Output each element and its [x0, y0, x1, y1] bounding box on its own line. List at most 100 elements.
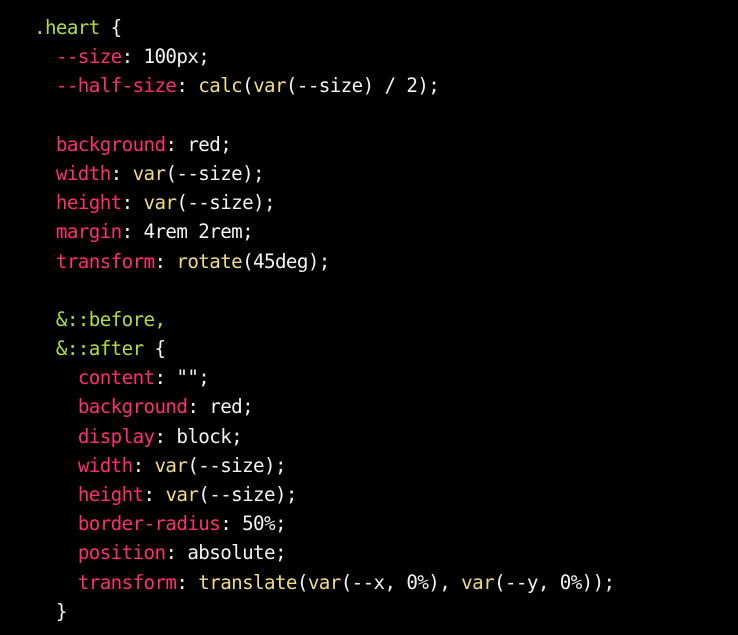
punctuation-token: :: [154, 424, 177, 448]
property-token: --half-size: [55, 74, 177, 98]
value-token: red;: [187, 132, 232, 156]
code-line: transform: translate(var(--x, 0%), var(-…: [34, 568, 738, 597]
code-line: border-radius: 50%;: [34, 509, 738, 538]
code-line: display: block;: [34, 422, 738, 451]
property-token: transform: [55, 249, 155, 273]
value-token: [34, 454, 78, 477]
code-line: content: "";: [34, 363, 738, 392]
code-line: width: var(--size);: [34, 159, 738, 188]
property-token: background: [55, 132, 166, 156]
value-token: red;: [209, 395, 254, 419]
property-token: border-radius: [77, 512, 221, 536]
code-editor[interactable]: .heart { --size: 100px; --half-size: cal…: [0, 0, 738, 635]
code-line: --size: 100px;: [34, 42, 738, 71]
value-token: [34, 74, 56, 97]
punctuation-token: (--x, 0%),: [340, 570, 462, 594]
punctuation-token: (--size);: [176, 191, 275, 215]
property-token: background: [77, 395, 188, 419]
selector-token: .heart: [34, 16, 100, 39]
value-token: [34, 541, 78, 564]
property-token: height: [55, 191, 122, 215]
value-token: [34, 133, 56, 156]
function-token: var: [143, 191, 177, 215]
property-token: display: [77, 424, 155, 448]
value-token: [34, 512, 78, 535]
code-line: background: red;: [34, 130, 738, 159]
punctuation-token: :: [132, 453, 155, 477]
value-token: [34, 395, 78, 418]
code-line: .heart {: [34, 13, 738, 42]
value-token: 50%;: [242, 512, 286, 536]
value-token: 4rem 2rem;: [143, 220, 254, 244]
punctuation-token: (: [296, 570, 309, 594]
punctuation-token: (: [242, 74, 254, 98]
code-line: --half-size: calc(var(--size) / 2);: [34, 71, 738, 100]
selector-token: &::before,: [55, 307, 166, 331]
code-line: &::after {: [34, 334, 738, 363]
value-token: [34, 483, 78, 506]
value-token: block;: [176, 424, 243, 448]
function-token: var: [461, 570, 495, 594]
value-token: [34, 425, 78, 448]
function-token: calc: [198, 74, 243, 98]
property-token: margin: [55, 220, 122, 244]
property-token: --size: [55, 45, 122, 69]
function-token: var: [165, 483, 199, 506]
punctuation-token: :: [187, 395, 210, 419]
value-token: [34, 600, 56, 623]
code-block: .heart { --size: 100px; --half-size: cal…: [34, 13, 738, 626]
code-line: height: var(--size);: [34, 480, 738, 509]
punctuation-token: :: [176, 74, 199, 98]
punctuation-token: :: [121, 45, 144, 69]
value-token: [34, 571, 78, 594]
function-token: var: [253, 74, 286, 98]
property-token: position: [77, 541, 166, 565]
punctuation-token: (--y, 0%));: [494, 570, 615, 594]
punctuation-token: :: [110, 161, 133, 185]
value-token: 100px;: [143, 45, 210, 69]
code-line: width: var(--size);: [34, 451, 738, 480]
punctuation-token: :: [165, 132, 188, 156]
punctuation-token: (--size);: [198, 483, 297, 506]
value-token: [34, 45, 56, 68]
code-line: height: var(--size);: [34, 188, 738, 217]
code-line: margin: 4rem 2rem;: [34, 217, 738, 246]
function-token: var: [307, 570, 341, 594]
code-line: transform: rotate(45deg);: [34, 247, 738, 276]
punctuation-token: :: [143, 483, 166, 506]
value-token: [34, 191, 56, 214]
property-token: transform: [77, 570, 177, 594]
punctuation-token: (--size) / 2);: [285, 74, 440, 98]
function-token: rotate: [176, 249, 243, 273]
value-token: [34, 220, 56, 243]
code-line: position: absolute;: [34, 538, 738, 567]
punctuation-token: :: [154, 249, 177, 273]
punctuation-token: :: [154, 366, 177, 390]
value-token: [34, 337, 56, 360]
value-token: [34, 366, 78, 389]
punctuation-token: (45deg);: [242, 249, 330, 273]
punctuation-token: :: [121, 220, 144, 244]
value-token: absolute;: [187, 541, 286, 565]
property-token: content: [77, 366, 155, 390]
punctuation-token: {: [143, 337, 166, 361]
punctuation-token: }: [55, 599, 68, 623]
punctuation-token: (--size);: [165, 161, 265, 185]
function-token: var: [132, 161, 166, 185]
code-line: background: red;: [34, 392, 738, 421]
property-token: width: [77, 453, 133, 477]
value-token: "";: [176, 366, 210, 390]
property-token: height: [77, 483, 144, 506]
value-token: [34, 308, 56, 331]
code-line: }: [34, 597, 738, 626]
property-token: width: [55, 161, 111, 185]
function-token: translate: [198, 570, 297, 594]
punctuation-token: {: [99, 16, 123, 39]
punctuation-token: :: [220, 512, 243, 536]
value-token: [34, 250, 56, 273]
punctuation-token: :: [176, 570, 199, 594]
punctuation-token: (--size);: [187, 453, 286, 477]
value-token: [34, 162, 56, 185]
